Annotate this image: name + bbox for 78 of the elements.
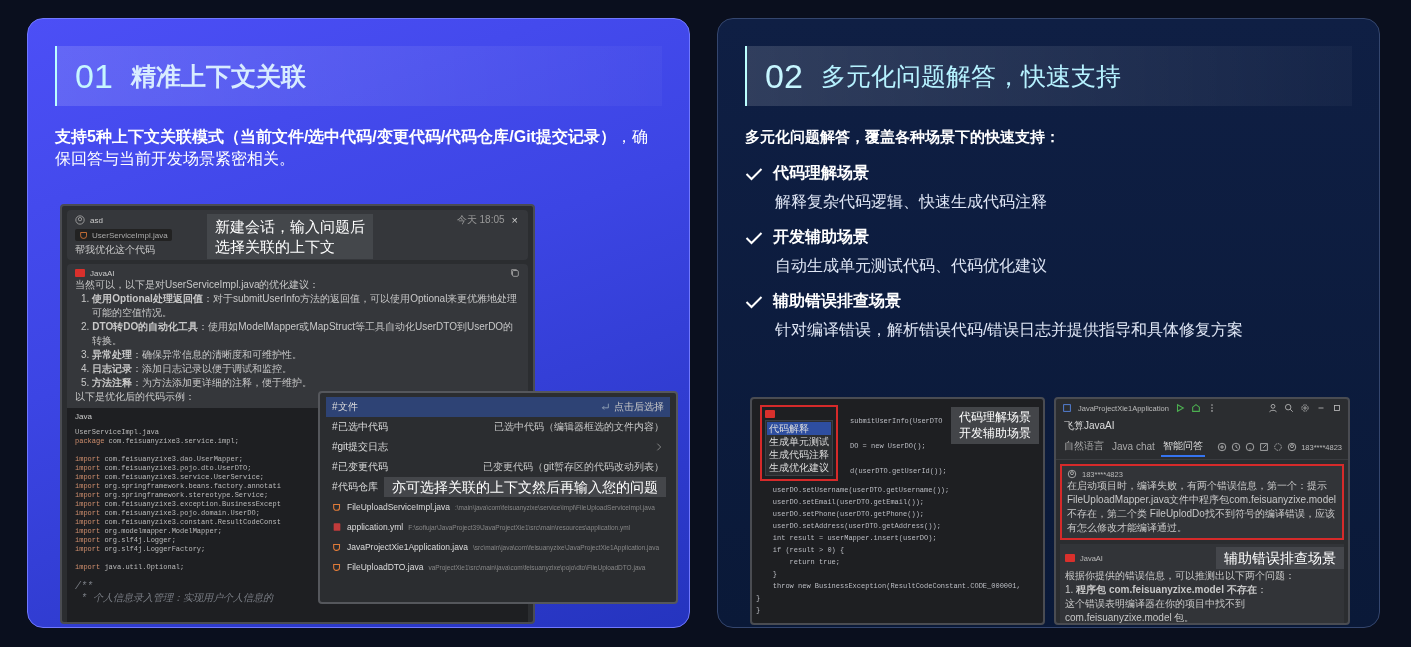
menu-item[interactable]: 生成优化建议 — [767, 461, 831, 474]
context-option[interactable]: #已变更代码 已变更代码（git暂存区的代码改动列表） — [326, 457, 670, 477]
question-text: 帮我优化这个代码 — [75, 243, 155, 257]
suggestion-item: 使用Optional处理返回值：对于submitUserInfo方法的返回值，可以使用Optional来更优雅地处理可能的空值情况。 — [92, 292, 519, 320]
answer-line: 根据你提供的错误信息，可以推测出以下两个问题： — [1065, 569, 1296, 583]
tab[interactable]: 智能问答 — [1160, 437, 1205, 457]
tab[interactable]: 自然语言 — [1062, 437, 1106, 457]
run-icon[interactable] — [1174, 403, 1185, 413]
list-number: 5. — [81, 376, 90, 390]
code-comment: /** — [75, 581, 93, 593]
logo-icon — [75, 269, 85, 277]
answer-line: 1. 程序包 com.feisuanyzixe.model 不存在： — [1065, 583, 1268, 597]
context-option[interactable]: #已选中代码 已选中代码（编辑器框选的文件内容） — [326, 417, 670, 437]
suggestion-item: DTO转DO的自动化工具：使用如ModelMapper或MapStruct等工具自动化UserDTO到UserDO的转换。 — [92, 320, 515, 348]
feature-title: 开发辅助场景 — [773, 227, 869, 247]
person-icon[interactable] — [1268, 403, 1278, 413]
logo-icon — [1065, 554, 1075, 562]
caption-overlay: 亦可选择关联的上下文然后再输入您的问题 — [384, 477, 666, 498]
feature-title: 代码理解场景 — [773, 163, 869, 183]
history-icon[interactable] — [1231, 442, 1242, 452]
user-icon — [75, 215, 85, 225]
edit-icon[interactable] — [1259, 442, 1270, 452]
menu-item[interactable]: 生成单元测试 — [767, 435, 831, 448]
section-description: 支持5种上下文关联模式（当前文件/选中代码/变更代码/代码仓库/Git提交记录），确保回答与当前开发场景紧密相关。 — [55, 127, 649, 169]
project-icon — [1062, 403, 1072, 413]
section-number: 01 — [75, 56, 113, 96]
cup-icon — [332, 502, 342, 512]
menu-item[interactable]: 生成代码注释 — [767, 448, 831, 461]
suggestion-item: 异常处理：确保异常信息的清晰度和可维护性。 — [92, 348, 303, 362]
answer-outro: 以下是优化后的代码示例： — [75, 390, 196, 404]
list-number: 2. — [81, 320, 90, 334]
context-option[interactable]: #代码仓库 亦可选择关联的上下文然后再输入您的问题 — [326, 477, 670, 497]
settings-icon[interactable] — [1273, 442, 1284, 452]
caption-overlay: 代码理解场景 开发辅助场景 — [951, 407, 1039, 445]
search-icon[interactable] — [1284, 403, 1294, 413]
check-icon — [745, 294, 763, 309]
enter-icon — [600, 402, 610, 412]
file-icon — [332, 522, 342, 532]
user-name: asd — [90, 215, 103, 225]
message-text: 在启动项目时，编译失败，有两个错误信息，第一个：提示FileUploadMapper.java文件中程序包com.feisuanyzixe.model不存在，第二个类 FileUplodDo找不到符号的编译错误，应该有怎么修改才能编译通过。 — [1067, 479, 1337, 535]
user-icon — [1067, 469, 1077, 479]
user-icon — [1287, 442, 1298, 452]
feature-description: 自动生成单元测试代码、代码优化建议 — [775, 256, 1048, 276]
code-comment: * 个人信息录入管理：实现用户个人信息的 — [80, 593, 273, 605]
copy-icon[interactable] — [510, 268, 520, 278]
context-option[interactable]: #文件 点击后选择 — [326, 397, 670, 417]
answer-intro: 当然可以，以下是对UserServiceImpl.java的优化建议： — [75, 278, 321, 292]
section-number: 02 — [765, 56, 803, 96]
caption-overlay: 辅助错误排查场景 — [1216, 547, 1344, 570]
menu-item[interactable]: 代码解释 — [767, 422, 831, 435]
caption-overlay: 新建会话，输入问题后 选择关联的上下文 — [207, 214, 373, 259]
list-number: 1. — [81, 292, 90, 306]
plugin-title: 飞算JavaAI — [1063, 419, 1116, 433]
suggestion-item: 日志记录：添加日志记录以便于调试和监控。 — [92, 362, 293, 376]
context-option[interactable]: #git提交日志 — [326, 437, 670, 457]
cup-icon — [79, 230, 89, 240]
check-icon — [745, 166, 763, 181]
assistant-name: JavaAI — [90, 268, 115, 278]
feature-title: 辅助错误排查场景 — [773, 291, 901, 311]
feature-description: 解释复杂代码逻辑、快速生成代码注释 — [775, 192, 1048, 212]
settings-icon[interactable] — [1300, 403, 1310, 413]
section-lead: 多元化问题解答，覆盖各种场景下的快速支持： — [745, 128, 1061, 147]
check-icon — [745, 230, 763, 245]
tab[interactable]: Java chat — [1110, 438, 1157, 456]
list-number: 4. — [81, 362, 90, 376]
suggestion-item: 方法注释：为方法添加更详细的注释，便于维护。 — [92, 376, 313, 390]
feature-description: 针对编译错误，解析错误代码/错误日志并提供指导和具体修复方案 — [775, 320, 1245, 340]
section-title: 精准上下文关联 — [130, 60, 306, 92]
answer-line: 这个错误表明编译器在你的项目中找不到 com.feisuanyzixe.model 包。 — [1065, 597, 1246, 623]
list-number: 3. — [81, 348, 90, 362]
chevron-right-icon — [654, 442, 664, 452]
section-title: 多元化问题解答，快速支持 — [820, 60, 1121, 92]
close-button[interactable]: × — [509, 214, 520, 226]
code-language: Java — [75, 411, 92, 421]
file-chip[interactable]: UserServiceImpl.java — [75, 229, 172, 241]
logo-icon — [765, 410, 775, 418]
restore-icon[interactable] — [1332, 403, 1342, 413]
message-time: 今天 18:05 — [456, 213, 505, 227]
